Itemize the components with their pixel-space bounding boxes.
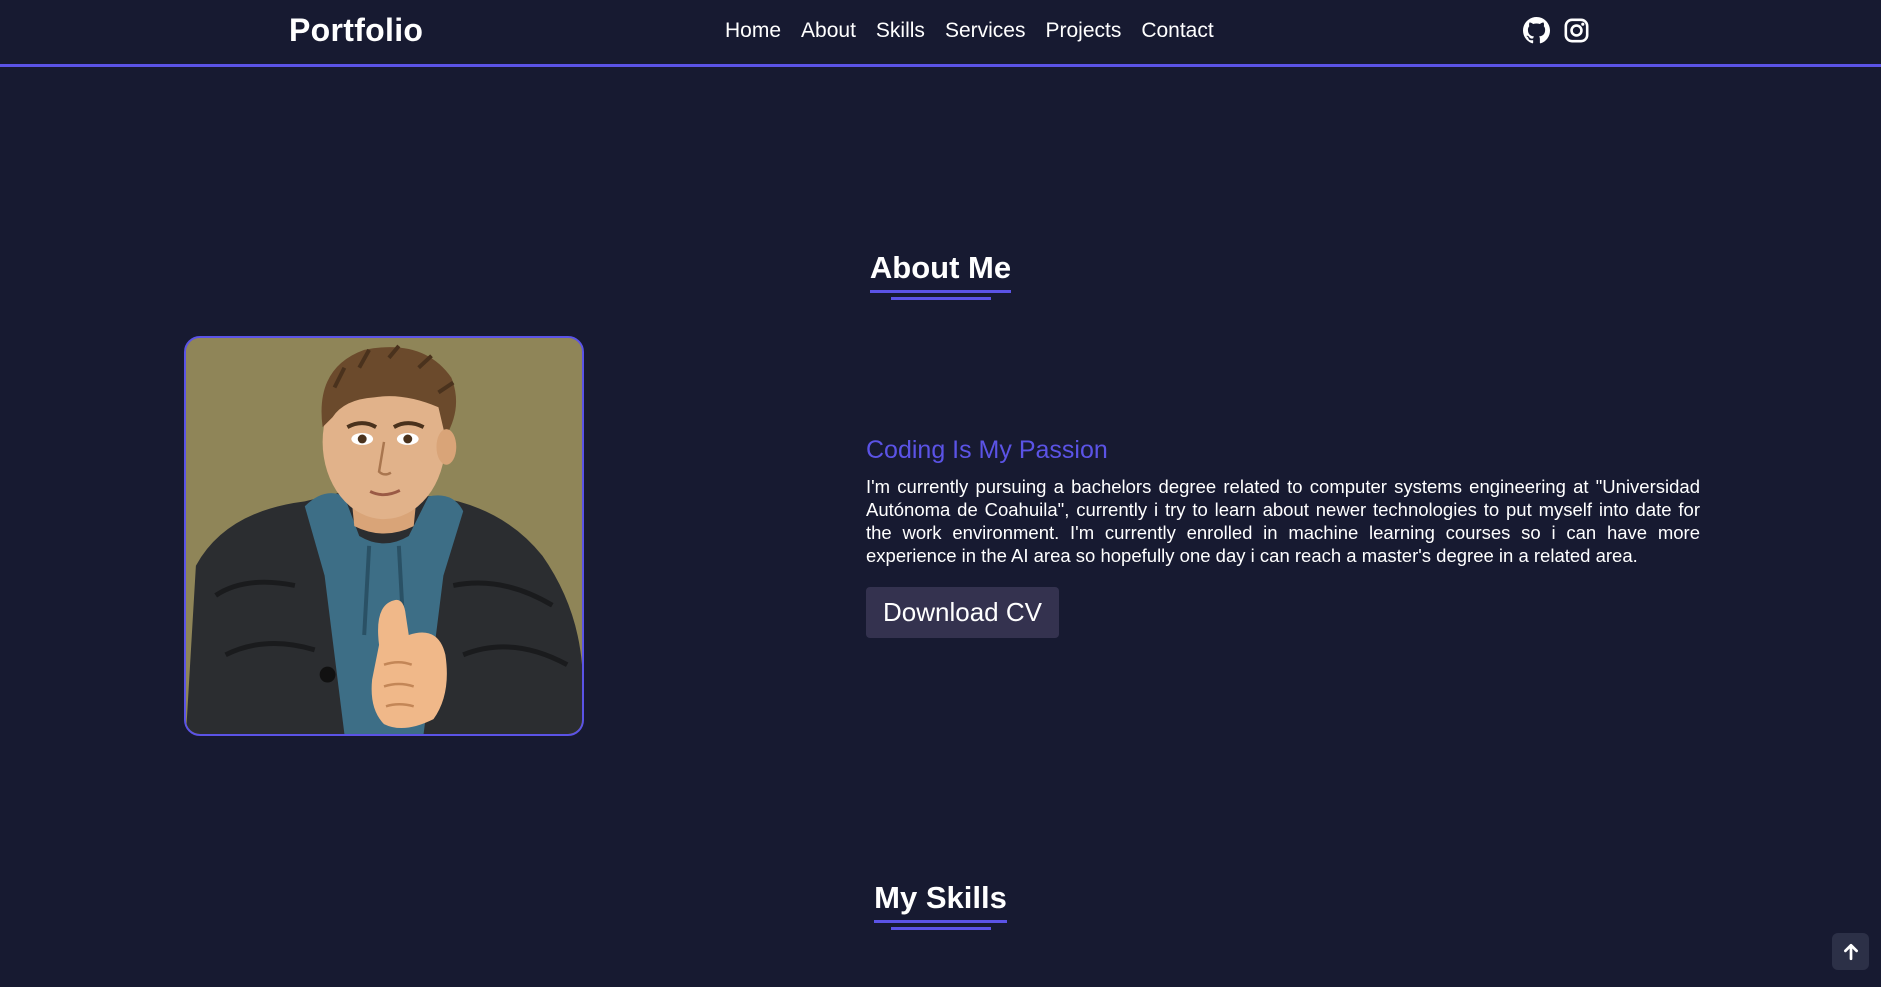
nav-home[interactable]: Home (725, 19, 781, 43)
skills-title-underline (890, 927, 991, 930)
arrow-up-icon (1843, 943, 1858, 960)
nav-services[interactable]: Services (945, 19, 1026, 43)
back-to-top-button[interactable] (1832, 933, 1869, 970)
profile-portrait (184, 336, 584, 736)
portrait-illustration (186, 338, 582, 734)
page: Portfolio Home About Skills Services Pro… (0, 0, 1881, 987)
header: Portfolio Home About Skills Services Pro… (0, 0, 1881, 67)
instagram-icon[interactable] (1563, 17, 1590, 44)
nav-about[interactable]: About (801, 19, 856, 43)
skills-heading: My Skills (0, 880, 1881, 930)
skills-title: My Skills (874, 880, 1007, 923)
social-links (1523, 17, 1590, 44)
nav-skills[interactable]: Skills (876, 19, 925, 43)
download-cv-button[interactable]: Download CV (866, 587, 1059, 638)
about-heading: About Me (0, 250, 1881, 300)
about-content: Coding Is My Passion I'm currently pursu… (866, 436, 1700, 638)
github-icon[interactable] (1523, 17, 1550, 44)
about-title: About Me (869, 250, 1012, 293)
about-paragraph: I'm currently pursuing a bachelors degre… (866, 476, 1700, 566)
nav-projects[interactable]: Projects (1045, 19, 1121, 43)
about-title-underline (890, 297, 991, 300)
nav-contact[interactable]: Contact (1141, 19, 1213, 43)
about-subtitle: Coding Is My Passion (866, 436, 1108, 464)
logo[interactable]: Portfolio (289, 12, 423, 49)
main-nav: Home About Skills Services Projects Cont… (725, 19, 1214, 43)
